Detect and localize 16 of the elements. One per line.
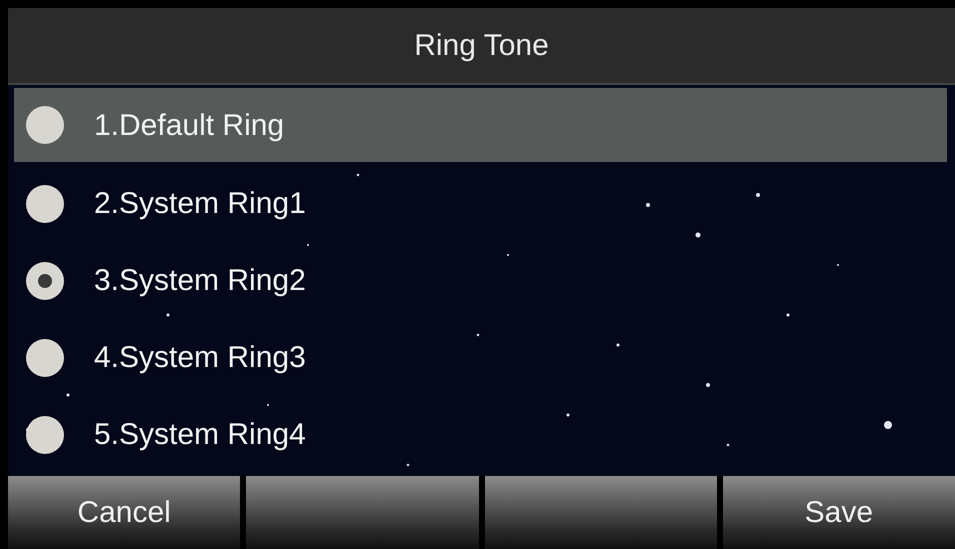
option-label: 5.System Ring4 xyxy=(94,417,306,453)
option-label: 2.System Ring1 xyxy=(94,186,306,222)
ring-tone-option[interactable]: 3.System Ring2 xyxy=(14,242,947,319)
softkey-button[interactable]: Cancel xyxy=(8,476,240,549)
ring-tone-option[interactable]: 5.System Ring4 xyxy=(14,396,947,473)
option-label: 3.System Ring2 xyxy=(94,263,306,299)
radio-button[interactable] xyxy=(26,106,64,144)
option-label: 1.Default Ring xyxy=(94,108,284,144)
ring-tone-option[interactable]: 2.System Ring1 xyxy=(14,165,947,242)
ring-tone-option[interactable]: 1.Default Ring xyxy=(14,88,947,162)
screen-title: Ring Tone xyxy=(8,8,955,85)
softkey-button[interactable]: Save xyxy=(722,476,955,549)
blank-softkey[interactable] xyxy=(484,476,717,549)
option-label: 4.System Ring3 xyxy=(94,340,306,376)
blank-softkey[interactable] xyxy=(246,476,478,549)
ring-tone-option[interactable]: 4.System Ring3 xyxy=(14,319,947,396)
